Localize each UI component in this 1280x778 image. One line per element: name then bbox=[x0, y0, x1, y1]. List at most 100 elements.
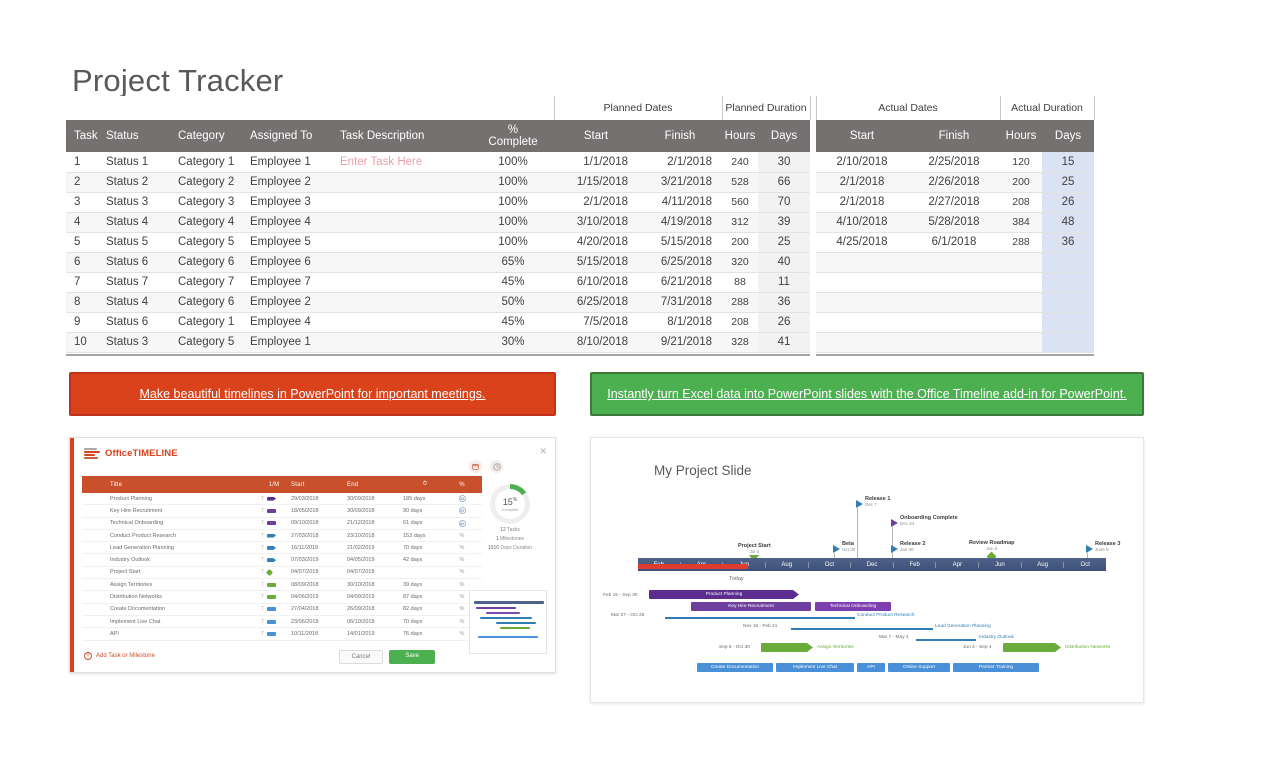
row-percent[interactable]: % bbox=[447, 533, 477, 539]
list-item[interactable]: API T 10/11/2018 14/01/2019 76 days% bbox=[82, 628, 482, 641]
grid-col-um[interactable]: 1/M bbox=[257, 482, 291, 488]
grid-col-title[interactable]: Title bbox=[82, 482, 257, 488]
row-end[interactable]: 30/09/2018 bbox=[347, 508, 403, 514]
office-timeline-app-window[interactable]: OfficeTIMELINE ✕ Title 1/M Start End ⏱ %… bbox=[69, 437, 556, 673]
col-actual-start[interactable]: Start bbox=[816, 120, 908, 152]
col-planned-start[interactable]: Start bbox=[554, 120, 638, 152]
list-item[interactable]: Product Planning T 29/03/2018 30/09/2018 185… bbox=[82, 493, 482, 506]
cell-task-description[interactable] bbox=[332, 332, 472, 353]
list-item[interactable]: Lead Generation Planning T 16/11/2018 21/02… bbox=[82, 542, 482, 555]
row-end[interactable]: 30/10/2018 bbox=[347, 582, 403, 588]
cell-task-description[interactable] bbox=[332, 212, 472, 233]
row-end[interactable]: 14/01/2019 bbox=[347, 631, 403, 637]
row-percent[interactable]: % bbox=[447, 582, 477, 588]
list-item[interactable]: Implement Live Chat T 23/06/2018 06/10/2018… bbox=[82, 615, 482, 629]
row-shape[interactable]: T bbox=[257, 594, 291, 600]
row-percent[interactable]: 40 bbox=[447, 519, 477, 527]
row-shape[interactable]: T bbox=[257, 496, 291, 502]
row-end[interactable]: 04/09/2019 bbox=[347, 594, 403, 600]
row-start[interactable]: 27/03/2018 bbox=[291, 533, 347, 539]
cell-task-description[interactable] bbox=[332, 172, 472, 193]
banner-make-timelines[interactable]: Make beautiful timelines in PowerPoint f… bbox=[69, 372, 556, 416]
row-end[interactable]: 21/12/2018 bbox=[347, 520, 403, 526]
col-percent-complete[interactable]: % Complete bbox=[472, 120, 554, 152]
row-start[interactable]: 08/09/2018 bbox=[291, 582, 347, 588]
row-percent[interactable]: 35 bbox=[447, 495, 477, 503]
row-start[interactable]: 04/07/2018 bbox=[291, 569, 347, 575]
list-item[interactable]: Project Start T 04/07/2018 04/07/2018% bbox=[82, 566, 482, 580]
row-start[interactable]: 04/06/2019 bbox=[291, 594, 347, 600]
cell-task-description[interactable] bbox=[332, 292, 472, 313]
row-shape[interactable]: T bbox=[257, 520, 291, 526]
row-start[interactable]: 23/06/2018 bbox=[291, 619, 347, 625]
col-planned-hours[interactable]: Hours bbox=[722, 120, 758, 152]
table-row[interactable]: 4 Status 4 Category 4 Employee 4 100% 3/10/20… bbox=[66, 212, 1094, 233]
row-shape[interactable]: T bbox=[257, 631, 291, 637]
col-category[interactable]: Category bbox=[170, 120, 242, 152]
row-percent[interactable]: 49 bbox=[447, 507, 477, 515]
row-shape[interactable]: T bbox=[257, 606, 291, 612]
table-row[interactable]: 2 Status 2 Category 2 Employee 2 100% 1/15/20… bbox=[66, 172, 1094, 193]
list-item[interactable]: Conduct Product Research T 27/03/2018 23/10… bbox=[82, 529, 482, 543]
close-icon[interactable]: ✕ bbox=[539, 446, 547, 457]
calendar-icon[interactable] bbox=[469, 460, 482, 473]
row-end[interactable]: 26/09/2018 bbox=[347, 606, 403, 612]
row-start[interactable]: 10/11/2018 bbox=[291, 631, 347, 637]
table-row[interactable]: 9 Status 6 Category 1 Employee 4 45% 7/5/2018… bbox=[66, 312, 1094, 333]
cancel-button[interactable]: Cancel bbox=[338, 650, 384, 664]
row-start[interactable]: 27/04/2018 bbox=[291, 606, 347, 612]
row-end[interactable]: 23/10/2018 bbox=[347, 533, 403, 539]
col-planned-days[interactable]: Days bbox=[758, 120, 810, 152]
list-item[interactable]: Assign Territories T 08/09/2018 30/10/2018 3… bbox=[82, 579, 482, 592]
row-percent[interactable]: % bbox=[447, 557, 477, 563]
row-end[interactable]: 04/05/2019 bbox=[347, 557, 403, 563]
row-end[interactable]: 06/10/2018 bbox=[347, 619, 403, 625]
add-task-or-milestone-button[interactable]: + Add Task or Milestone bbox=[84, 652, 155, 660]
col-task[interactable]: Task bbox=[66, 120, 98, 152]
save-button[interactable]: Save bbox=[389, 650, 435, 664]
cell-task-description[interactable] bbox=[332, 192, 472, 213]
col-assigned-to[interactable]: Assigned To bbox=[242, 120, 332, 152]
row-shape[interactable]: T bbox=[257, 619, 291, 625]
col-actual-days[interactable]: Days bbox=[1042, 120, 1094, 152]
col-planned-finish[interactable]: Finish bbox=[638, 120, 722, 152]
table-row[interactable]: 7 Status 7 Category 7 Employee 7 45% 6/10/201… bbox=[66, 272, 1094, 293]
col-actual-hours[interactable]: Hours bbox=[1000, 120, 1042, 152]
row-percent[interactable]: % bbox=[447, 545, 477, 551]
row-start[interactable]: 29/03/2018 bbox=[291, 496, 347, 502]
row-start[interactable]: 09/10/2018 bbox=[291, 520, 347, 526]
list-item[interactable]: Key Hire Recruitment T 18/05/2018 30/09/201… bbox=[82, 505, 482, 518]
row-end[interactable]: 30/09/2018 bbox=[347, 496, 403, 502]
cell-task-description[interactable] bbox=[332, 232, 472, 253]
cell-task-description[interactable] bbox=[332, 312, 472, 333]
row-shape[interactable]: T bbox=[257, 533, 291, 539]
col-task-description[interactable]: Task Description bbox=[332, 120, 472, 152]
list-item[interactable]: Distribution Networks T 04/06/2019 04/09/20… bbox=[82, 591, 482, 604]
table-row[interactable]: 5 Status 5 Category 5 Employee 5 100% 4/20/20… bbox=[66, 232, 1094, 253]
row-start[interactable]: 16/11/2018 bbox=[291, 545, 347, 551]
table-row[interactable]: 6 Status 6 Category 6 Employee 6 65% 5/15/201… bbox=[66, 252, 1094, 273]
row-shape[interactable]: T bbox=[257, 545, 291, 551]
row-end[interactable]: 04/07/2018 bbox=[347, 569, 403, 575]
table-row[interactable]: 1 Status 1 Category 1 Employee 1 Enter Task … bbox=[66, 152, 1094, 173]
list-item[interactable]: Industry Outlook T 07/03/2019 04/05/2019 42 … bbox=[82, 554, 482, 567]
grid-col-start[interactable]: Start bbox=[291, 482, 347, 488]
cell-task-description[interactable] bbox=[332, 272, 472, 293]
clock-icon[interactable] bbox=[490, 460, 503, 473]
row-shape[interactable]: T bbox=[257, 557, 291, 563]
grid-col-percent[interactable]: % bbox=[447, 482, 477, 488]
list-item[interactable]: Create Documentation T 27/04/2018 26/09/201… bbox=[82, 603, 482, 616]
col-status[interactable]: Status bbox=[98, 120, 170, 152]
table-row[interactable]: 3 Status 3 Category 3 Employee 3 100% 2/1/201… bbox=[66, 192, 1094, 213]
grid-col-end[interactable]: End bbox=[347, 482, 403, 488]
row-shape[interactable]: T bbox=[257, 508, 291, 514]
table-row[interactable]: 8 Status 4 Category 6 Employee 2 50% 6/25/201… bbox=[66, 292, 1094, 313]
row-shape[interactable]: T bbox=[257, 582, 291, 588]
banner-office-timeline-addin[interactable]: Instantly turn Excel data into PowerPoin… bbox=[590, 372, 1144, 416]
row-start[interactable]: 18/05/2018 bbox=[291, 508, 347, 514]
project-slide-preview[interactable]: My Project Slide Project Start Jul 4 Bet… bbox=[590, 437, 1144, 703]
row-percent[interactable]: % bbox=[447, 569, 477, 575]
grid-col-duration-clock-icon[interactable]: ⏱ bbox=[403, 481, 447, 488]
row-shape[interactable]: T bbox=[257, 568, 291, 576]
cell-task-description[interactable] bbox=[332, 252, 472, 273]
